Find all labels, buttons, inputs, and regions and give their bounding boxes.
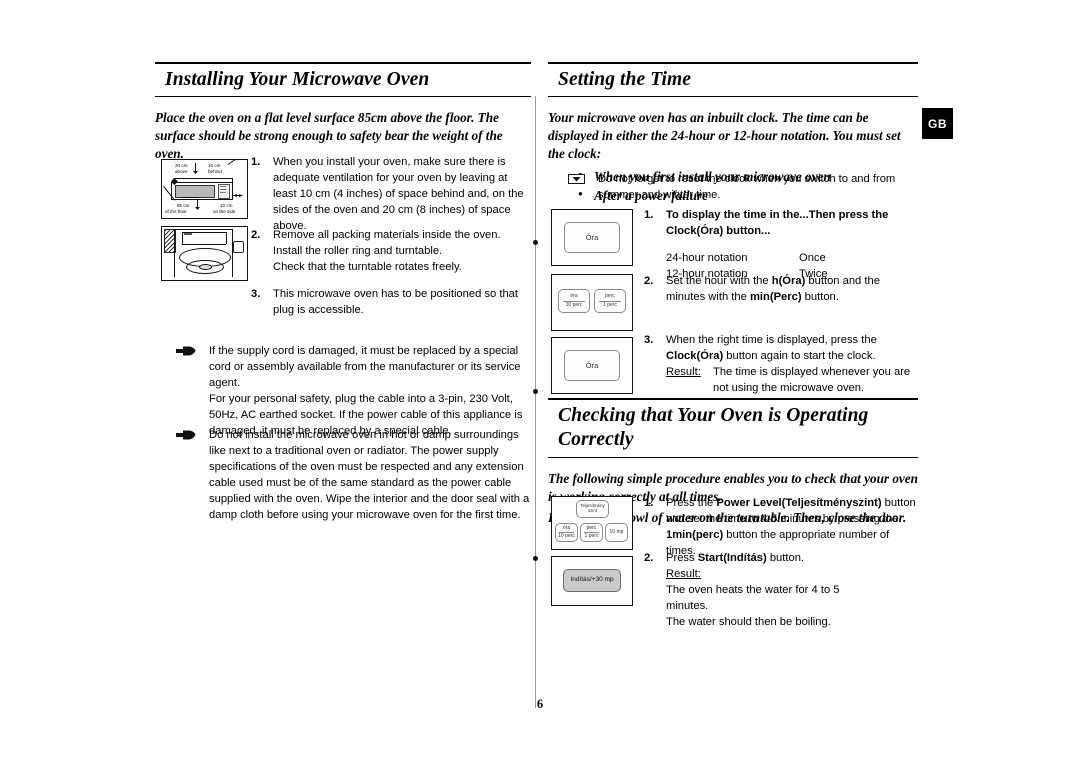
table-row: 24-hour notation Once xyxy=(666,251,919,267)
emphasis-text: 1min(perc) xyxy=(666,528,724,541)
key-ora[interactable]: Óra xyxy=(564,350,620,381)
pointing-hand-icon xyxy=(176,345,196,357)
time-step-2: 2. Set the hour with the h(Óra) button a… xyxy=(644,274,916,306)
check-step-2-text: Press Start(Indítás) button. xyxy=(666,551,916,567)
install-note-2: Do not install the microwave oven in hot… xyxy=(176,428,533,523)
memo-envelope-icon xyxy=(568,174,585,184)
divider-dot xyxy=(533,389,538,394)
plain-text: Press xyxy=(666,552,698,564)
plain-text: button. xyxy=(801,290,839,303)
key-teljesitmeny-szint[interactable]: Teljesítmény szint xyxy=(576,500,609,518)
time-step-1-number: 1. xyxy=(644,209,654,221)
key-ora-10perc[interactable]: óra 10 perc xyxy=(558,289,590,313)
emphasis-text: Clock(Óra) xyxy=(666,349,724,362)
page-title-installing: Installing Your Microwave Oven xyxy=(155,62,531,98)
check-step-1-number: 1. xyxy=(644,497,654,509)
key-ora-10perc[interactable]: óra 10 perc xyxy=(555,523,578,542)
plain-text: Press the xyxy=(666,497,717,509)
time-step-3-result: Result: The time is displayed whenever yo… xyxy=(666,365,916,397)
page-title-setting-time: Setting the Time xyxy=(548,62,918,98)
time-step-2-number: 2. xyxy=(644,275,654,287)
manual-page: GB Installing Your Microwave Oven Place … xyxy=(0,0,1080,763)
oven-interior-diagram xyxy=(161,226,248,281)
page-number: 6 xyxy=(536,697,544,711)
locale-badge: GB xyxy=(922,108,953,139)
key-inditas-plus30mp[interactable]: Indítás/+30 mp xyxy=(563,569,621,592)
time-step-3-number: 3. xyxy=(644,334,654,346)
install-note-2-text: Do not install the microwave oven in hot… xyxy=(209,429,530,521)
time-step-1-lead: To display the time in the...Then press … xyxy=(666,209,889,237)
install-step-3-number: 3. xyxy=(251,288,261,300)
install-step-2-number: 2. xyxy=(251,229,261,241)
page-title-checking: Checking that Your Oven is Operating Cor… xyxy=(548,398,918,458)
result-text: The oven heats the water for 4 to 5 minu… xyxy=(666,583,840,628)
check-step-2: 2. Press Start(Indítás) button. Result: T… xyxy=(644,551,916,631)
key-panel-start: Indítás/+30 mp xyxy=(551,556,633,606)
divider-dot xyxy=(533,240,538,245)
clearance-diagram: 20 cm above 10 cm behind 85 cm of the fl… xyxy=(161,159,248,219)
install-step-1-text: When you install your oven, make sure th… xyxy=(273,156,524,232)
clock-reset-memo: Do not forget to reset the clock when yo… xyxy=(568,172,918,204)
emphasis-text: Power Level(Teljesítményszint) xyxy=(716,497,882,509)
install-note-1-text: If the supply cord is damaged, it must b… xyxy=(209,345,523,437)
key-ora[interactable]: Óra xyxy=(564,222,620,253)
result-label: Result: xyxy=(666,567,701,580)
install-step-3-text: This microwave oven has to be positioned… xyxy=(273,288,519,316)
check-step-2-number: 2. xyxy=(644,552,654,564)
install-step-2-text: Remove all packing materials inside the … xyxy=(273,229,501,273)
result-text: The time is displayed whenever you are n… xyxy=(713,365,911,394)
emphasis-text: min(Perc) xyxy=(749,290,802,303)
plain-text: button. xyxy=(766,552,805,564)
divider-dot xyxy=(533,556,538,561)
clock-reset-memo-text: Do not forget to reset the clock when yo… xyxy=(598,173,896,201)
emphasis-text: Start(Indítás) xyxy=(697,552,767,564)
install-note-1: If the supply cord is damaged, it must b… xyxy=(176,344,533,439)
notation-value: Once xyxy=(799,251,826,264)
key-10mp[interactable]: 10 mp xyxy=(605,523,628,542)
time-step-1: 1. To display the time in the...Then pre… xyxy=(644,208,919,283)
notation-label: 24-hour notation xyxy=(666,251,748,264)
time-step-2-text: Set the hour with the h(Óra) button and … xyxy=(666,274,916,306)
install-step-1-number: 1. xyxy=(251,156,261,168)
key-panel-hour-minute: óra 10 perc perc 1 perc xyxy=(551,274,633,331)
plain-text: Set the hour with the xyxy=(666,275,772,287)
check-step-2-result: Result: The oven heats the water for 4 to… xyxy=(666,567,916,631)
key-perc-1perc[interactable]: perc 1 perc xyxy=(594,289,626,313)
result-label: Result: xyxy=(666,365,701,378)
pointing-hand-icon xyxy=(176,429,196,441)
install-step-3: 3. This microwave oven has to be positio… xyxy=(155,287,533,319)
time-step-3-text: When the right time is displayed, press … xyxy=(666,333,916,365)
plain-text: When the right time is displayed, press … xyxy=(666,334,877,346)
key-perc-1perc[interactable]: perc 1 perc xyxy=(580,523,603,542)
key-panel-clock-1: Óra xyxy=(551,209,633,266)
emphasis-text: h(Óra) xyxy=(771,275,806,287)
left-column: Installing Your Microwave Oven Place the… xyxy=(155,62,531,163)
column-divider xyxy=(535,96,536,708)
plain-text: button again to start the clock. xyxy=(723,349,876,362)
time-step-3: 3. When the right time is displayed, pre… xyxy=(644,333,916,397)
key-panel-clock-2: Óra xyxy=(551,337,633,394)
setting-time-intro: Your microwave oven has an inbuilt clock… xyxy=(548,110,901,162)
key-panel-power-level: Teljesítmény szint óra 10 perc perc 1 pe… xyxy=(551,496,633,550)
